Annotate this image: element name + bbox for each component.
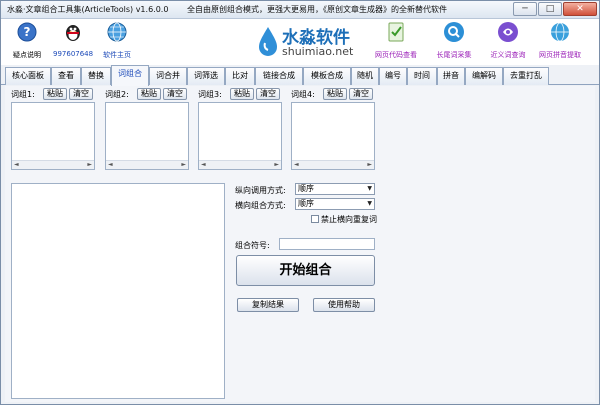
tab-word-combine[interactable]: 词组合 — [111, 65, 149, 86]
group3-label: 词组3: — [198, 90, 222, 99]
brand-logo: 水淼软件 shuimiao.net — [256, 23, 376, 61]
qq-tool[interactable]: 997607648 — [53, 21, 93, 58]
result-textarea[interactable] — [11, 183, 225, 399]
use-help-button[interactable]: 使用帮助 — [313, 298, 375, 312]
synonym-tool[interactable]: 近义词查询 — [485, 21, 531, 60]
group1-label: 词组1: — [11, 90, 35, 99]
homepage-tool[interactable]: 软件主页 — [97, 21, 137, 60]
group1-clear-button[interactable]: 清空 — [69, 88, 93, 100]
page-code-tool[interactable]: 网页代码查看 — [373, 21, 419, 60]
tab-bar: 核心面板 查看 替换 词组合 词合并 词筛选 比对 链接合成 模板合成 随机 编… — [1, 65, 599, 86]
tab-pinyin[interactable]: 拼音 — [437, 67, 465, 85]
tab-core-panel[interactable]: 核心面板 — [5, 67, 51, 85]
group2-label: 词组2: — [105, 90, 129, 99]
maximize-button[interactable]: □ — [538, 2, 562, 16]
group2-scrollbar[interactable]: ◄ ► — [106, 160, 188, 169]
vertical-mode-select[interactable]: 顺序 ▼ — [295, 183, 375, 195]
window-slogan: 全自由原创组合模式，更强大更易用，《原创文章生成器》的全新替代软件 — [187, 5, 447, 14]
tab-time[interactable]: 时间 — [407, 67, 437, 85]
code-view-icon — [388, 22, 404, 42]
group2-clear-button[interactable]: 清空 — [163, 88, 187, 100]
group3-textarea[interactable]: ◄ ► — [198, 102, 282, 170]
qq-number: 997607648 — [53, 50, 94, 58]
dropdown-arrow-icon: ▼ — [367, 200, 372, 207]
help-tool[interactable]: ? 疑点说明 — [7, 21, 47, 60]
homepage-label: 软件主页 — [103, 51, 131, 59]
group1-textarea[interactable]: ◄ ► — [11, 102, 95, 170]
group2-paste-button[interactable]: 粘贴 — [137, 88, 161, 100]
symbol-input[interactable] — [279, 238, 375, 250]
globe-search-icon — [551, 22, 569, 42]
pinyin-tool[interactable]: 网页拼音提取 — [535, 21, 585, 60]
group4-label: 词组4: — [291, 90, 315, 99]
tab-word-filter[interactable]: 词筛选 — [187, 67, 225, 85]
app-window: 水淼·文章组合工具集(ArticleTools) v1.6.0.0 全自由原创组… — [0, 0, 600, 405]
tab-word-merge[interactable]: 词合并 — [149, 67, 187, 85]
minimize-button[interactable]: ─ — [513, 2, 537, 16]
window-title: 水淼·文章组合工具集(ArticleTools) v1.6.0.0 — [7, 5, 169, 14]
horizontal-mode-value: 顺序 — [298, 199, 314, 208]
tab-template-compose[interactable]: 模板合成 — [303, 67, 351, 85]
group3-scrollbar[interactable]: ◄ ► — [199, 160, 281, 169]
globe-icon — [107, 22, 127, 42]
qq-penguin-icon — [66, 25, 80, 41]
vertical-mode-label: 纵向调用方式: — [235, 186, 286, 195]
brand-url: shuimiao.net — [282, 45, 354, 58]
vertical-mode-value: 顺序 — [298, 184, 314, 193]
title-bar: 水淼·文章组合工具集(ArticleTools) v1.6.0.0 全自由原创组… — [1, 1, 599, 19]
tab-replace[interactable]: 替换 — [81, 67, 111, 85]
group1-scrollbar[interactable]: ◄ ► — [12, 160, 94, 169]
search-icon — [444, 22, 464, 42]
synonym-label: 近义词查询 — [490, 51, 526, 59]
dropdown-arrow-icon: ▼ — [367, 185, 372, 192]
copy-result-button[interactable]: 复制结果 — [237, 298, 299, 312]
tab-number[interactable]: 编号 — [379, 67, 407, 85]
word-combine-panel: 词组1: 粘贴 清空 ◄ ► 词组2: 粘贴 清空 ◄ ► 词组3: 粘贴 清空 ◄… — [5, 86, 595, 402]
longtail-tool[interactable]: 长尾词采集 — [431, 21, 477, 60]
horizontal-mode-select[interactable]: 顺序 ▼ — [295, 198, 375, 210]
tab-encode-decode[interactable]: 编解码 — [465, 67, 503, 85]
toolbar: ? 疑点说明 997607648 软件主页 水淼软件 shuimiao.net … — [1, 19, 599, 65]
synonym-icon — [498, 22, 518, 42]
horizontal-mode-label: 横向组合方式: — [235, 201, 286, 210]
group2-textarea[interactable]: ◄ ► — [105, 102, 189, 170]
tab-link-compose[interactable]: 链接合成 — [255, 67, 303, 85]
tab-view[interactable]: 查看 — [51, 67, 81, 85]
tab-compare[interactable]: 比对 — [225, 67, 255, 85]
help-label: 疑点说明 — [13, 51, 41, 59]
close-button[interactable]: ✕ — [563, 2, 597, 16]
no-repeat-label: 禁止横向重复词 — [321, 215, 377, 224]
group4-textarea[interactable]: ◄ ► — [291, 102, 375, 170]
group3-paste-button[interactable]: 粘贴 — [230, 88, 254, 100]
help-icon: ? — [17, 22, 37, 42]
svg-text:?: ? — [24, 25, 31, 39]
start-combine-button[interactable]: 开始组合 — [236, 255, 375, 286]
window-controls: ─ □ ✕ — [513, 2, 597, 16]
pinyin-label: 网页拼音提取 — [539, 51, 581, 59]
no-repeat-checkbox[interactable] — [311, 215, 319, 223]
group4-clear-button[interactable]: 清空 — [349, 88, 373, 100]
group4-paste-button[interactable]: 粘贴 — [323, 88, 347, 100]
water-drop-icon — [259, 27, 277, 56]
group3-clear-button[interactable]: 清空 — [256, 88, 280, 100]
group1-paste-button[interactable]: 粘贴 — [43, 88, 67, 100]
tab-dedupe-shuffle[interactable]: 去重打乱 — [503, 67, 549, 85]
page-code-label: 网页代码查看 — [375, 51, 417, 59]
longtail-label: 长尾词采集 — [436, 51, 472, 59]
tab-random[interactable]: 随机 — [351, 67, 379, 85]
group4-scrollbar[interactable]: ◄ ► — [292, 160, 374, 169]
symbol-label: 组合符号: — [235, 241, 270, 250]
